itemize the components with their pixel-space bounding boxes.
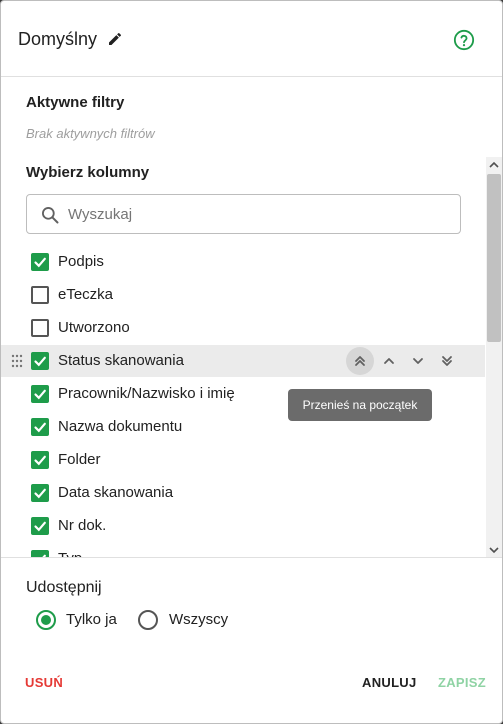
column-row[interactable]: Utworzono [1, 312, 485, 344]
no-active-filters-text: Brak aktywnych filtrów [26, 126, 155, 141]
column-label: Podpis [58, 253, 104, 270]
share-only-me-radio[interactable] [36, 610, 56, 630]
column-checkbox[interactable] [31, 550, 49, 557]
column-checkbox[interactable] [31, 286, 49, 304]
column-row[interactable]: eTeczka [1, 279, 485, 311]
search-input[interactable] [68, 203, 448, 225]
share-only-me-label[interactable]: Tylko ja [66, 611, 117, 628]
checkmark-icon [34, 488, 46, 499]
drag-handle-icon[interactable] [11, 354, 23, 368]
checkmark-icon [34, 389, 46, 400]
column-checkbox[interactable] [31, 451, 49, 469]
move-down-button[interactable] [404, 347, 432, 375]
column-label: Pracownik/Nazwisko i imię [58, 385, 235, 402]
column-label: Status skanowania [58, 352, 184, 369]
pencil-icon[interactable] [107, 31, 123, 47]
column-label: Folder [58, 451, 101, 468]
column-label: eTeczka [58, 286, 114, 303]
scrollbar[interactable] [486, 157, 502, 557]
checkmark-icon [34, 257, 46, 268]
column-row[interactable]: Podpis [1, 246, 485, 278]
active-filters-title: Aktywne filtry [26, 94, 125, 111]
scroll-down-icon[interactable] [489, 545, 499, 555]
share-everyone-radio[interactable] [138, 610, 158, 630]
column-row[interactable]: Data skanowania [1, 477, 485, 509]
column-row[interactable]: Status skanowania [1, 345, 485, 377]
move-up-icon [384, 358, 394, 364]
column-label: Typ [58, 550, 82, 557]
column-checkbox[interactable] [31, 418, 49, 436]
move-to-top-button[interactable] [346, 347, 374, 375]
column-search[interactable] [26, 194, 461, 234]
column-checkbox[interactable] [31, 385, 49, 403]
column-row[interactable]: Typ [1, 543, 485, 557]
column-label: Data skanowania [58, 484, 174, 501]
column-label: Nazwa dokumentu [58, 418, 183, 435]
move-to-top-icon [355, 356, 365, 366]
view-settings-dialog: Domyślny Aktywne filtry Brak aktywnych f… [0, 0, 503, 724]
share-everyone-label[interactable]: Wszyscy [169, 611, 228, 628]
move-to-bottom-icon [442, 356, 452, 366]
checkmark-icon [34, 422, 46, 433]
column-row[interactable]: Nr dok. [1, 510, 485, 542]
move-to-bottom-button[interactable] [433, 347, 461, 375]
column-checkbox[interactable] [31, 484, 49, 502]
columns-scroll-area: Wybierz kolumny Podpis eTeczka Utworzono St… [1, 157, 502, 558]
choose-columns-title: Wybierz kolumny [26, 164, 150, 181]
save-button[interactable]: ZAPISZ [438, 675, 486, 690]
delete-button[interactable]: USUŃ [25, 675, 63, 690]
column-label: Utworzono [58, 319, 130, 336]
checkmark-icon [42, 554, 46, 557]
checkmark-icon [34, 521, 46, 532]
search-icon [42, 207, 59, 224]
share-title: Udostępnij [26, 579, 102, 596]
scroll-up-icon[interactable] [489, 160, 499, 170]
view-name: Domyślny [18, 29, 98, 49]
checkmark-icon [34, 455, 46, 466]
column-checkbox[interactable] [31, 319, 49, 337]
column-row[interactable]: Folder [1, 444, 485, 476]
column-checkbox[interactable] [31, 517, 49, 535]
move-down-icon [413, 358, 423, 364]
column-label: Nr dok. [58, 517, 107, 534]
dialog-header: Domyślny [1, 1, 502, 77]
column-checkbox[interactable] [31, 253, 49, 271]
cancel-button[interactable]: ANULUJ [362, 675, 417, 690]
checkmark-icon [34, 356, 46, 367]
move-to-top-tooltip: Przenieś na początek [288, 389, 432, 421]
move-up-button[interactable] [375, 347, 403, 375]
scrollbar-thumb[interactable] [487, 174, 501, 342]
help-icon[interactable] [453, 29, 475, 51]
column-checkbox[interactable] [31, 352, 49, 370]
